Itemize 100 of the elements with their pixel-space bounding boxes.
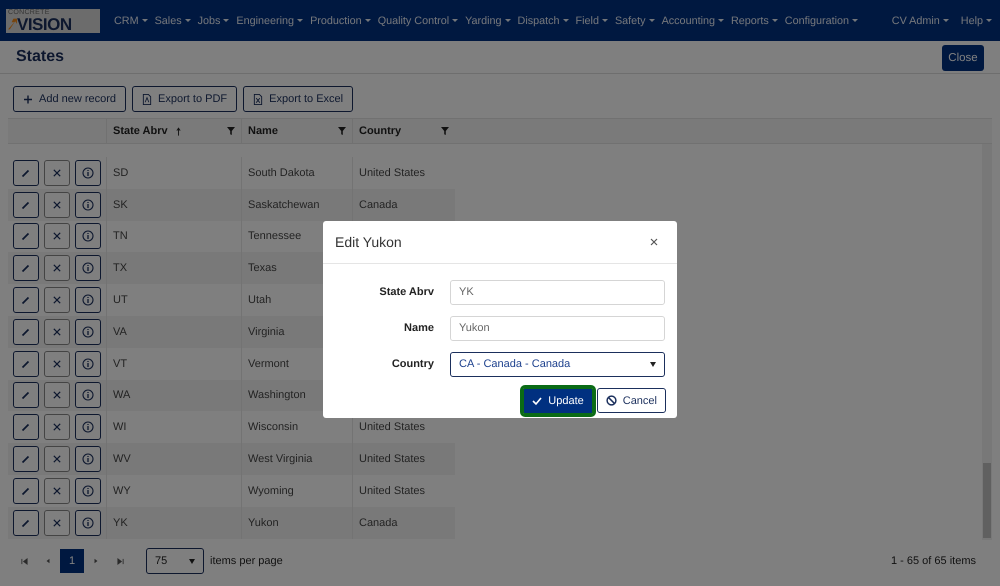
close-icon bbox=[53, 391, 61, 400]
info-button[interactable] bbox=[75, 192, 101, 218]
table-cell: Wisconsin bbox=[248, 421, 298, 434]
toolbar-button[interactable]: Export to PDF bbox=[132, 86, 238, 112]
pencil-icon bbox=[21, 263, 31, 274]
edit-button[interactable] bbox=[13, 414, 39, 440]
close-button[interactable]: Close bbox=[942, 45, 984, 71]
nav-menu[interactable]: Help bbox=[960, 14, 992, 26]
triangle-right-icon bbox=[93, 558, 99, 564]
edit-button[interactable] bbox=[13, 510, 39, 536]
toolbar-button[interactable]: Add new record bbox=[13, 86, 126, 112]
edit-button[interactable] bbox=[13, 350, 39, 377]
nav-menu[interactable]: Production bbox=[310, 14, 371, 26]
table-cell: TX bbox=[113, 262, 128, 274]
info-button[interactable] bbox=[75, 350, 101, 377]
field-label: Name bbox=[403, 322, 434, 334]
pencil-icon bbox=[21, 168, 31, 178]
table-cell: Tennessee bbox=[248, 230, 302, 242]
edit-button[interactable] bbox=[13, 318, 39, 345]
delete-button[interactable] bbox=[44, 160, 70, 186]
edit-button[interactable] bbox=[13, 287, 39, 314]
info-button[interactable] bbox=[75, 414, 101, 440]
close-icon bbox=[53, 232, 61, 240]
field-label: Country bbox=[390, 358, 434, 370]
pencil-icon bbox=[21, 422, 31, 432]
nav-menu[interactable]: Quality Control bbox=[378, 14, 458, 26]
table-cell: Canada bbox=[359, 198, 398, 211]
info-button[interactable] bbox=[75, 510, 101, 536]
nav-menu[interactable]: Engineering bbox=[236, 14, 304, 26]
scrollbar[interactable] bbox=[982, 144, 992, 540]
update-button[interactable]: Update bbox=[523, 388, 593, 414]
info-icon bbox=[82, 294, 94, 306]
nav-menu[interactable]: Dispatch bbox=[518, 14, 569, 26]
column-header[interactable]: State Abrv bbox=[106, 119, 241, 143]
close-icon bbox=[53, 423, 61, 432]
delete-button[interactable] bbox=[44, 350, 70, 377]
delete-button[interactable] bbox=[44, 414, 70, 440]
table-cell: Vermont bbox=[248, 358, 289, 370]
delete-button[interactable] bbox=[44, 287, 70, 314]
nav-menu[interactable]: Accounting bbox=[662, 14, 724, 26]
edit-button[interactable] bbox=[13, 223, 39, 250]
pencil-icon bbox=[21, 295, 31, 306]
nav-menu[interactable]: Sales bbox=[154, 14, 191, 26]
table-cell: SD bbox=[113, 166, 128, 179]
nav-menu[interactable]: CV Admin bbox=[892, 14, 949, 26]
info-button[interactable] bbox=[75, 287, 101, 314]
input-field[interactable]: Yukon bbox=[450, 316, 665, 340]
column-header[interactable]: Country bbox=[352, 119, 455, 143]
info-button[interactable] bbox=[75, 318, 101, 345]
delete-button[interactable] bbox=[44, 223, 70, 250]
column-header[interactable]: Name bbox=[241, 119, 352, 143]
table-cell: Virginia bbox=[248, 326, 284, 338]
info-button[interactable] bbox=[75, 255, 101, 282]
delete-button[interactable] bbox=[44, 478, 70, 504]
table-cell: United States bbox=[359, 484, 426, 497]
info-button[interactable] bbox=[75, 382, 101, 408]
filter-icon[interactable] bbox=[227, 127, 235, 135]
country-dropdown[interactable]: CA - Canada - Canada bbox=[450, 352, 665, 376]
info-button[interactable] bbox=[75, 223, 101, 250]
filter-icon[interactable] bbox=[441, 127, 449, 135]
close-icon bbox=[53, 486, 61, 495]
info-button[interactable] bbox=[75, 478, 101, 504]
pencil-icon bbox=[21, 326, 31, 337]
delete-button[interactable] bbox=[44, 192, 70, 218]
delete-button[interactable] bbox=[44, 255, 70, 282]
nav-menu[interactable]: Safety bbox=[614, 14, 655, 26]
edit-button[interactable] bbox=[13, 192, 39, 218]
table-cell: Utah bbox=[248, 294, 272, 306]
info-button[interactable] bbox=[75, 160, 101, 186]
close-icon bbox=[53, 328, 61, 336]
delete-button[interactable] bbox=[44, 382, 70, 408]
edit-button[interactable] bbox=[13, 160, 39, 186]
dialog-title: Edit Yukon bbox=[335, 234, 402, 250]
close-icon[interactable] bbox=[649, 237, 659, 247]
cancel-button[interactable]: Cancel bbox=[596, 388, 666, 413]
nav-menu[interactable]: CRM bbox=[114, 14, 148, 26]
close-icon bbox=[53, 518, 61, 527]
input-field[interactable]: YK bbox=[450, 280, 665, 304]
delete-button[interactable] bbox=[44, 318, 70, 345]
page-size-dropdown[interactable]: 75 bbox=[146, 548, 204, 574]
info-button[interactable] bbox=[75, 446, 101, 472]
page-button[interactable]: 1 bbox=[60, 549, 84, 573]
nav-menu[interactable]: Jobs bbox=[198, 14, 230, 26]
spreadsheet-icon bbox=[253, 94, 264, 104]
edit-button[interactable] bbox=[13, 478, 39, 504]
delete-button[interactable] bbox=[44, 446, 70, 472]
filter-icon[interactable] bbox=[338, 127, 346, 135]
pencil-icon bbox=[21, 390, 31, 400]
table-cell: WY bbox=[113, 484, 131, 497]
nav-menu[interactable]: Configuration bbox=[784, 14, 858, 26]
edit-button[interactable] bbox=[13, 446, 39, 472]
delete-button[interactable] bbox=[44, 510, 70, 536]
nav-menu[interactable]: Yarding bbox=[465, 14, 511, 26]
edit-button[interactable] bbox=[13, 255, 39, 282]
nav-menu[interactable]: Field bbox=[576, 14, 608, 26]
table-cell: SK bbox=[113, 198, 128, 211]
nav-menu[interactable]: Reports bbox=[730, 14, 778, 26]
info-icon bbox=[82, 389, 94, 402]
edit-button[interactable] bbox=[13, 382, 39, 408]
toolbar-button[interactable]: Export to Excel bbox=[243, 86, 354, 112]
